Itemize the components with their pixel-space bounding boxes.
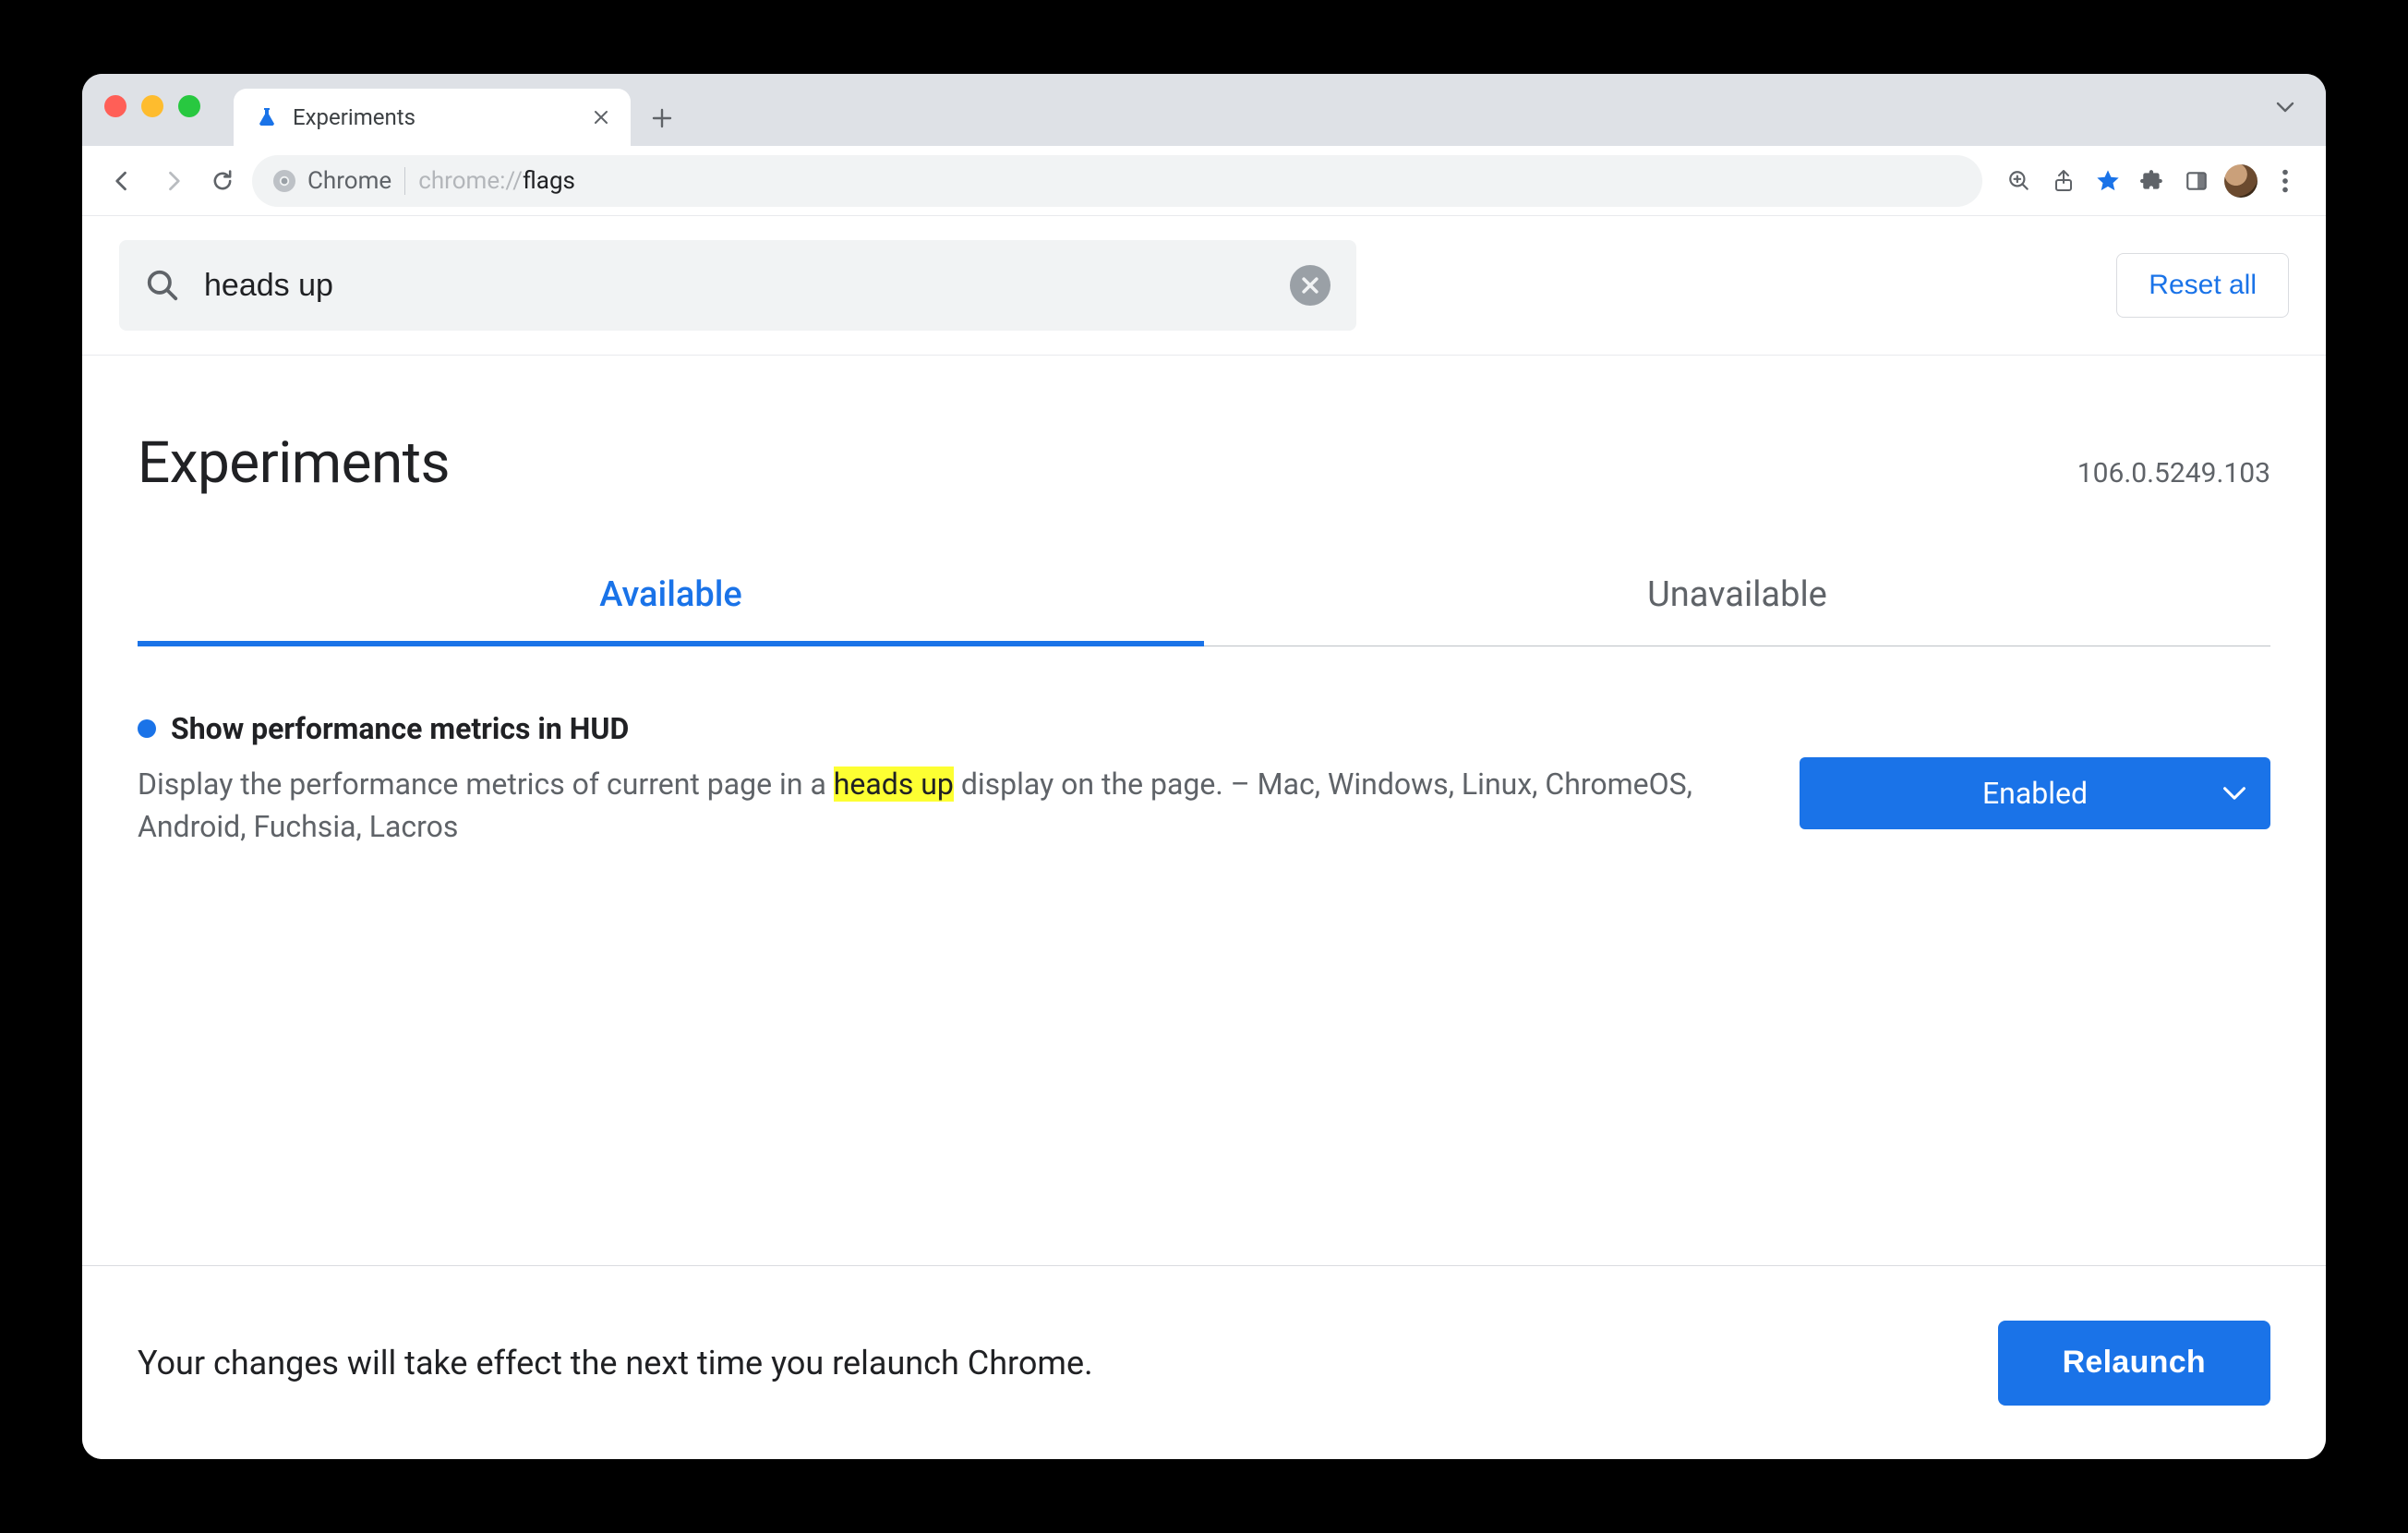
flags-header: Reset all <box>82 216 2326 356</box>
flag-title: Show performance metrics in HUD <box>171 711 629 746</box>
tab-list-chevron-icon[interactable] <box>2267 74 2304 146</box>
clear-search-icon[interactable] <box>1290 265 1330 306</box>
back-button[interactable] <box>102 161 143 201</box>
window-close-button[interactable] <box>104 95 126 117</box>
new-tab-button[interactable] <box>638 94 686 142</box>
browser-tab[interactable]: Experiments <box>234 89 631 146</box>
chrome-logo-icon <box>272 169 296 193</box>
chrome-scheme-label: Chrome <box>307 167 391 195</box>
chrome-scheme-chip: Chrome <box>272 167 391 195</box>
side-panel-icon[interactable] <box>2176 161 2217 201</box>
bookmark-star-icon[interactable] <box>2088 161 2128 201</box>
search-box[interactable] <box>119 240 1356 331</box>
page-title: Experiments <box>138 429 450 497</box>
avatar-image <box>2224 164 2258 198</box>
zoom-icon[interactable] <box>1999 161 2040 201</box>
chrome-version: 106.0.5249.103 <box>2077 457 2270 489</box>
relaunch-message: Your changes will take effect the next t… <box>138 1344 1961 1382</box>
toolbar-actions <box>1992 161 2306 201</box>
modified-dot-icon <box>138 719 156 738</box>
address-bar[interactable]: Chrome chrome://flags <box>252 155 1982 207</box>
chevron-down-icon <box>2222 786 2246 801</box>
search-icon <box>145 268 180 303</box>
browser-window: Experiments <box>82 74 2326 1459</box>
kebab-menu-icon[interactable] <box>2265 161 2306 201</box>
search-highlight: heads up <box>834 766 954 802</box>
flask-icon <box>254 104 280 130</box>
window-controls <box>104 74 234 146</box>
tab-close-icon[interactable] <box>590 106 612 128</box>
tab-unavailable[interactable]: Unavailable <box>1204 552 2270 646</box>
search-input[interactable] <box>204 268 1266 304</box>
omnibox-divider <box>404 167 405 195</box>
forward-button[interactable] <box>152 161 193 201</box>
flag-entry: Show performance metrics in HUD Display … <box>138 711 2270 849</box>
profile-avatar[interactable] <box>2221 161 2261 201</box>
page-content: Reset all Experiments 106.0.5249.103 Ava… <box>82 216 2326 1459</box>
omnibox-url: chrome://flags <box>418 167 575 195</box>
window-zoom-button[interactable] <box>178 95 200 117</box>
relaunch-button[interactable]: Relaunch <box>1998 1321 2270 1406</box>
relaunch-bar: Your changes will take effect the next t… <box>82 1265 2326 1459</box>
flag-state-label: Enabled <box>1827 776 2243 811</box>
flag-state-select[interactable]: Enabled <box>1800 757 2270 829</box>
reload-button[interactable] <box>202 161 243 201</box>
window-minimize-button[interactable] <box>141 95 163 117</box>
share-icon[interactable] <box>2043 161 2084 201</box>
browser-toolbar: Chrome chrome://flags <box>82 146 2326 216</box>
extensions-icon[interactable] <box>2132 161 2173 201</box>
flag-description: Display the performance metrics of curre… <box>138 763 1744 849</box>
flags-body: Experiments 106.0.5249.103 Available Una… <box>82 356 2326 1265</box>
tab-strip: Experiments <box>82 74 2326 146</box>
reset-all-button[interactable]: Reset all <box>2116 253 2289 318</box>
flag-category-tabs: Available Unavailable <box>138 552 2270 646</box>
tab-available[interactable]: Available <box>138 552 1204 646</box>
tab-title: Experiments <box>293 104 577 130</box>
